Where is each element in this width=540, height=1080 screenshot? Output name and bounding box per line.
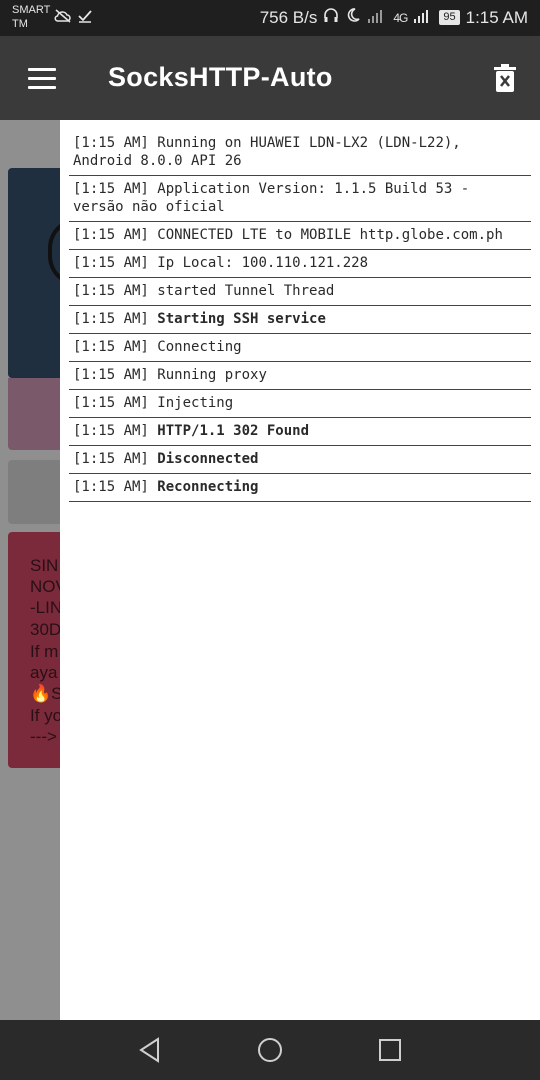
back-icon[interactable] xyxy=(136,1036,164,1064)
app-toolbar: SocksHTTP-Auto xyxy=(0,36,540,120)
app-title: SocksHTTP-Auto xyxy=(108,62,333,92)
check-icon xyxy=(77,9,93,27)
headphones-icon xyxy=(323,7,339,28)
background-button xyxy=(8,460,68,524)
log-entry: [1:15 AM] Connecting xyxy=(69,334,531,362)
network-speed: 756 B/s xyxy=(259,7,318,27)
log-entry: [1:15 AM] Reconnecting xyxy=(69,474,531,502)
background-message-card: SIN NOV -LIN 30D If m aya 🔥S If yo ---> xyxy=(8,532,68,768)
log-entry: [1:15 AM] started Tunnel Thread xyxy=(69,278,531,306)
log-entry: [1:15 AM] Running on HUAWEI LDN-LX2 (LDN… xyxy=(69,130,531,176)
log-entry: [1:15 AM] Starting SSH service xyxy=(69,306,531,334)
log-entry: [1:15 AM] CONNECTED LTE to MOBILE http.g… xyxy=(69,222,531,250)
clock: 1:15 AM xyxy=(465,7,528,27)
log-entry: [1:15 AM] HTTP/1.1 302 Found xyxy=(69,418,531,446)
battery-indicator: 95 xyxy=(439,10,460,25)
log-entry: [1:15 AM] Disconnected xyxy=(69,446,531,474)
log-drawer: [1:15 AM] Running on HUAWEI LDN-LX2 (LDN… xyxy=(60,120,540,1020)
moon-icon xyxy=(345,7,361,28)
log-entry: [1:15 AM] Ip Local: 100.110.121.228 xyxy=(69,250,531,278)
signal-strength-icon xyxy=(413,8,433,28)
hamburger-icon[interactable] xyxy=(28,68,56,89)
trash-icon[interactable] xyxy=(494,64,516,92)
carrier-label: SMART TM xyxy=(12,4,51,30)
background-card-footer xyxy=(8,378,68,450)
log-list[interactable]: [1:15 AM] Running on HUAWEI LDN-LX2 (LDN… xyxy=(69,130,531,502)
cloud-off-icon xyxy=(54,9,77,27)
network-type-label: 4G xyxy=(393,10,408,25)
log-entry: [1:15 AM] Running proxy xyxy=(69,362,531,390)
log-entry: [1:15 AM] Application Version: 1.1.5 Bui… xyxy=(69,176,531,222)
signal-icon xyxy=(367,8,387,28)
home-icon[interactable] xyxy=(256,1036,284,1064)
log-entry: [1:15 AM] Injecting xyxy=(69,390,531,418)
recents-icon[interactable] xyxy=(376,1036,404,1064)
status-bar: SMART TM 756 B/s 4G 95 1:15 AM xyxy=(0,0,540,36)
system-nav-bar xyxy=(0,1020,540,1080)
